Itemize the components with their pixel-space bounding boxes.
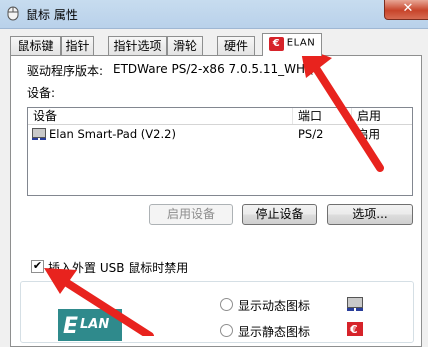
elan-logo-image: LAN E [58, 309, 122, 341]
mouse-properties-window: 鼠标 属性 ✕ 鼠标键 指针 指针选项 滑轮 硬件 € ELAN 驱动程序版本: … [0, 0, 428, 347]
show-static-icon-radio[interactable] [220, 324, 233, 337]
tab-pointer-options[interactable]: 指针选项 [108, 36, 167, 55]
close-button[interactable]: ✕ [384, 0, 428, 20]
tab-label: 指针选项 [113, 39, 162, 53]
tab-wheel[interactable]: 滑轮 [167, 36, 203, 55]
title-bar[interactable]: 鼠标 属性 ✕ [0, 0, 428, 29]
tab-label: 鼠标键 [17, 39, 54, 53]
device-list[interactable]: 设备 端口 启用 Elan Smart-Pad (V2.2) PS/2 启用 [27, 107, 413, 196]
svg-text:€: € [349, 323, 358, 336]
tab-elan[interactable]: € ELAN [262, 33, 322, 56]
elan-logo-text: LAN [80, 317, 110, 332]
devices-label: 设备: [27, 86, 56, 100]
device-port: PS/2 [298, 127, 324, 141]
options-button[interactable]: 选项... [327, 204, 413, 225]
elan-logo-mark: E [63, 314, 79, 339]
tab-label: ELAN [286, 37, 316, 49]
stop-device-button[interactable]: 停止设备 [242, 204, 317, 225]
table-row[interactable]: Elan Smart-Pad (V2.2) PS/2 启用 [28, 125, 412, 143]
show-dynamic-icon-radio[interactable] [220, 298, 233, 311]
tab-label: 滑轮 [172, 39, 197, 53]
device-name: Elan Smart-Pad (V2.2) [49, 127, 176, 141]
tab-mouse-buttons[interactable]: 鼠标键 [10, 36, 61, 55]
disable-on-usb-mouse-label[interactable]: 插入外置 USB 鼠标时禁用 [48, 259, 188, 276]
show-static-icon-label[interactable]: 显示静态图标 [238, 323, 310, 340]
column-header-enabled[interactable]: 启用 [352, 108, 412, 124]
touchpad-icon [347, 297, 363, 311]
column-header-port[interactable]: 端口 [293, 108, 352, 124]
tab-pointers[interactable]: 指针 [61, 36, 94, 55]
tab-label: 硬件 [223, 39, 248, 53]
column-header-device[interactable]: 设备 [28, 108, 293, 124]
driver-version-label: 驱动程序版本: [27, 64, 104, 78]
show-dynamic-icon-label[interactable]: 显示动态图标 [238, 297, 310, 314]
window-title: 鼠标 属性 [26, 8, 78, 22]
tab-hardware[interactable]: 硬件 [217, 36, 255, 55]
elan-logo-icon: € [268, 36, 284, 51]
device-enabled: 启用 [357, 127, 380, 141]
driver-version-value: ETDWare PS/2-x86 7.0.5.11_WHQL [113, 62, 322, 76]
tab-label: 指针 [65, 39, 90, 53]
disable-on-usb-mouse-checkbox[interactable]: ✔ [31, 260, 44, 273]
elan-tray-icon: € [347, 322, 363, 336]
touchpad-icon [32, 128, 46, 140]
enable-device-button[interactable]: 启用设备 [149, 204, 233, 225]
device-list-header: 设备 端口 启用 [28, 108, 412, 125]
mouse-icon [7, 6, 19, 21]
